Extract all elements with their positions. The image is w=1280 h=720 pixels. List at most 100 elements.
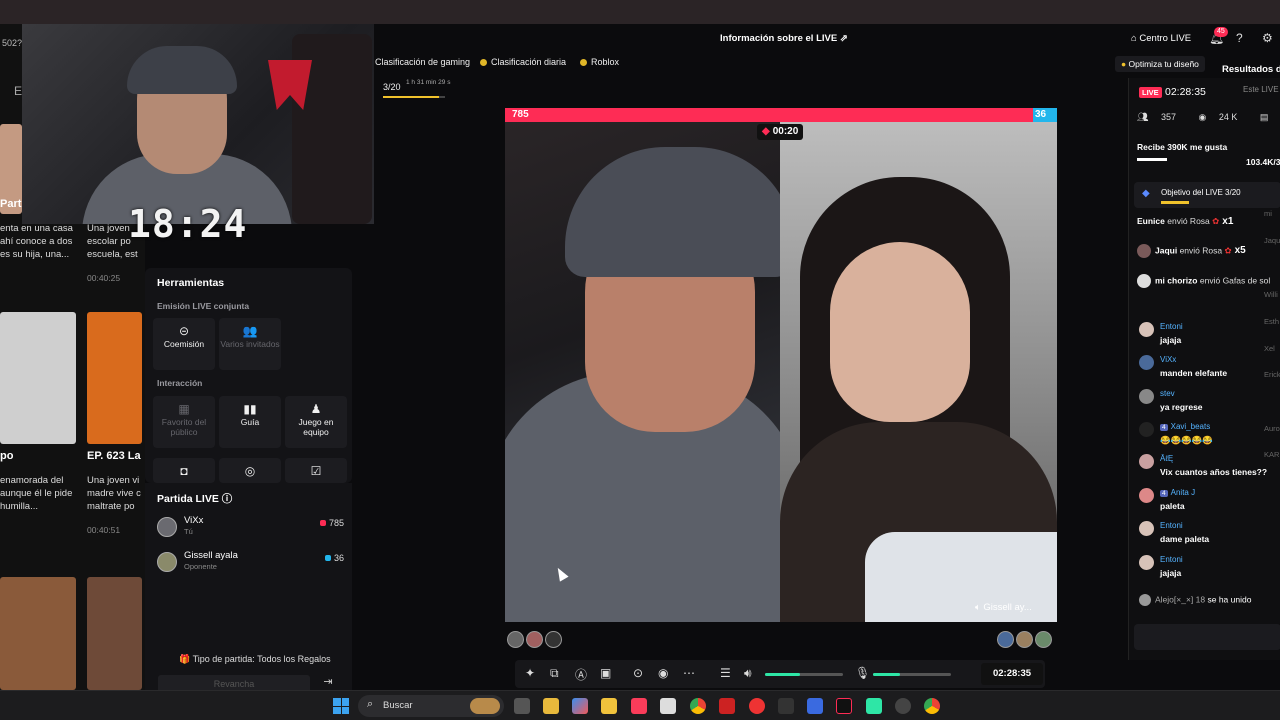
tool-button[interactable]: ◎: [219, 458, 281, 483]
mic-icon[interactable]: 🎙︎: [855, 666, 870, 680]
live-center-button[interactable]: ⌂ Centro LIVE: [1131, 33, 1191, 44]
chat-user: ĀℓĘ: [1160, 454, 1174, 463]
volume-slider[interactable]: [765, 673, 843, 676]
multi-guest-button[interactable]: 👥 Varios invitados: [219, 318, 281, 370]
coemision-button[interactable]: ⊝ Coemisión: [153, 318, 215, 370]
info-icon[interactable]: ⓘ: [222, 493, 233, 505]
goal-icon: ◆: [1142, 188, 1150, 199]
bg-card-desc: enamorada del aunque él le pide humilla.…: [0, 475, 73, 512]
live-info-link[interactable]: Información sobre el LIVE ⇗: [720, 33, 848, 44]
live-goal-bar: [1161, 201, 1189, 204]
category-gaming[interactable]: Clasificación de gaming: [375, 57, 470, 67]
gear-icon[interactable]: ⚙: [1262, 31, 1273, 45]
opponent-video[interactable]: [780, 122, 1057, 622]
section-label: Interacción: [157, 378, 203, 388]
chat-input[interactable]: [1134, 624, 1280, 650]
guide-button[interactable]: ▮▮ Guía: [219, 396, 281, 448]
likes-goal: Recibe 390K me gusta: [1137, 142, 1228, 152]
thumbnail[interactable]: [87, 577, 142, 690]
settings-sliders-icon[interactable]: ☰: [720, 666, 731, 680]
store-icon[interactable]: [601, 698, 617, 714]
avatar[interactable]: [545, 631, 562, 648]
bg-card-duration: 00:40:25: [87, 273, 121, 283]
file-explorer-icon[interactable]: [543, 698, 559, 714]
more-icon[interactable]: ⋯: [683, 666, 695, 680]
bg-card-title[interactable]: EP. 623 La: [87, 450, 141, 462]
people-icon: 👥︎: [1137, 112, 1149, 122]
battle-icon: ◆: [762, 126, 770, 137]
avatar: [157, 552, 177, 572]
magic-wand-icon[interactable]: ✦: [525, 666, 535, 680]
category-roblox[interactable]: Roblox: [580, 57, 619, 67]
app-icon[interactable]: [660, 698, 676, 714]
chat-user: Entoni: [1160, 521, 1183, 530]
avatar[interactable]: [1016, 631, 1033, 648]
section-label: Emisión LIVE conjunta: [157, 301, 250, 311]
record-icon[interactable]: ⊙: [633, 666, 643, 680]
avatar: [1139, 454, 1154, 469]
chat-user: Entoni: [1160, 555, 1183, 564]
app-icon[interactable]: [866, 698, 882, 714]
optimize-design-button[interactable]: ● Optimiza tu diseño: [1115, 56, 1205, 72]
bg-card-desc: enta en una casa ahí conoce a dos es su …: [0, 223, 73, 260]
thumbnail[interactable]: [87, 312, 142, 444]
tool-button[interactable]: ◘: [153, 458, 215, 483]
avatar[interactable]: [997, 631, 1014, 648]
host-video[interactable]: [505, 122, 780, 622]
ai-icon[interactable]: Ⓐ: [575, 666, 587, 683]
taskbar-search[interactable]: ⌕ Buscar: [358, 695, 504, 717]
chrome-icon[interactable]: [690, 698, 706, 714]
effects-icon[interactable]: ◉: [658, 666, 668, 680]
search-highlight-icon: [470, 698, 500, 714]
avatar: [1139, 355, 1154, 370]
gift-box-icon: ◘: [180, 464, 188, 478]
app-icon[interactable]: [749, 698, 765, 714]
likes-stat: ▤ 59: [1260, 112, 1280, 122]
left-score: 785: [512, 109, 529, 120]
avatar[interactable]: [507, 631, 524, 648]
opponent-label[interactable]: 🔈︎ Gissell ay...: [975, 602, 1032, 613]
chat-user: stev: [1160, 389, 1175, 398]
this-live-tab[interactable]: Este LIVE: [1243, 85, 1279, 94]
side-name: Willi: [1264, 290, 1278, 299]
tool-label: Coemisión: [163, 339, 205, 349]
windows-start-icon[interactable]: [333, 698, 349, 714]
side-name: KAR: [1264, 450, 1280, 459]
audience-favorite-button[interactable]: ▦ Favorito del público: [153, 396, 215, 448]
live-goal-card[interactable]: ◆ Objetivo del LIVE 3/20: [1134, 182, 1280, 208]
app-icon[interactable]: [807, 698, 823, 714]
notification-badge: 45: [1214, 27, 1228, 37]
app-icon[interactable]: [719, 698, 735, 714]
chat-text: jajaja: [1160, 335, 1182, 345]
layout-icon[interactable]: ⧉: [550, 666, 559, 681]
mic-slider[interactable]: [873, 673, 951, 676]
thumbnail[interactable]: [0, 312, 76, 444]
avatar[interactable]: [526, 631, 543, 648]
bg-card-title[interactable]: Part: [0, 198, 21, 210]
side-name: Xel: [1264, 344, 1275, 353]
help-icon[interactable]: ?: [1236, 31, 1243, 45]
tiktok-icon[interactable]: [836, 698, 852, 714]
tool-button[interactable]: ☑: [285, 458, 347, 483]
app-icon[interactable]: [572, 698, 588, 714]
thumbnail[interactable]: [0, 577, 76, 690]
avatar: [1139, 521, 1154, 536]
volume-icon[interactable]: 🔊︎: [744, 666, 752, 681]
people-icon: 👥: [242, 324, 258, 338]
app-icon[interactable]: [778, 698, 794, 714]
tool-label: Favorito del público: [161, 417, 207, 437]
screen-icon[interactable]: ▣: [600, 666, 611, 680]
category-daily[interactable]: Clasificación diaria: [480, 57, 566, 67]
team-game-button[interactable]: ♟ Juego en equipo: [285, 396, 347, 448]
avatar[interactable]: [1035, 631, 1052, 648]
chrome-icon[interactable]: [924, 698, 940, 714]
app-icon[interactable]: [895, 698, 911, 714]
side-name: Esth: [1264, 317, 1280, 326]
music-icon[interactable]: [631, 698, 647, 714]
match-panel: Partida LIVE ⓘ ViXx Tú 785 Gissell ayala…: [145, 483, 352, 693]
results-tab[interactable]: Resultados d: [1222, 64, 1280, 75]
bg-card-title[interactable]: po: [0, 450, 13, 462]
task-view-icon[interactable]: [514, 698, 530, 714]
avatar: [1139, 389, 1154, 404]
avatar: [1137, 244, 1151, 258]
